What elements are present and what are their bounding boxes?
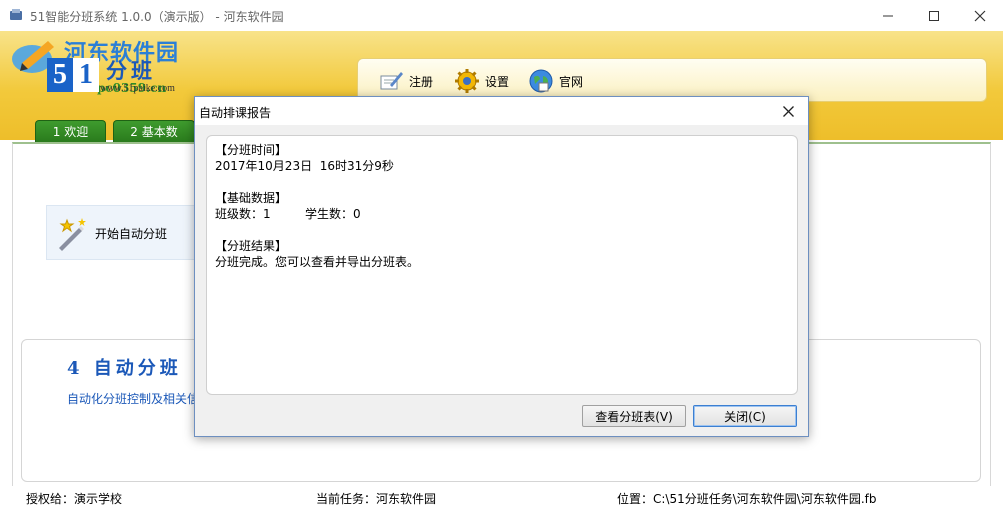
register-icon bbox=[380, 72, 403, 90]
status-location: 位置：C:\51分班任务\河东软件园\河东软件园.fb bbox=[617, 492, 877, 506]
report-result-header: 【分班结果】 bbox=[215, 239, 288, 253]
dialog-titlebar: 自动排课报告 bbox=[195, 97, 808, 125]
logo-digit-5: 5 bbox=[47, 58, 73, 92]
report-time-value: 2017年10月23日 16时31分9秒 bbox=[215, 159, 394, 173]
logo-digit-1: 1 bbox=[73, 58, 99, 92]
dialog-title: 自动排课报告 bbox=[199, 106, 272, 120]
settings-button[interactable]: 设置 bbox=[454, 66, 509, 96]
minimize-icon[interactable] bbox=[865, 0, 911, 31]
gear-icon bbox=[455, 69, 479, 93]
dialog-body: 【分班时间】 2017年10月23日 16时31分9秒 【基础数据】 班级数：1… bbox=[195, 125, 808, 436]
magic-wand-icon bbox=[59, 218, 86, 251]
view-assignment-button[interactable]: 查看分班表(V) bbox=[582, 405, 686, 427]
status-licensee: 授权给：演示学校 bbox=[26, 492, 123, 506]
dialog-close-button[interactable]: 关闭(C) bbox=[693, 405, 797, 427]
report-data-header: 【基础数据】 bbox=[215, 191, 288, 205]
tab-basic-data[interactable]: 2 基本数 bbox=[113, 120, 195, 142]
start-auto-assign-button[interactable]: 开始自动分班 bbox=[46, 205, 196, 260]
website-button[interactable]: 官网 bbox=[528, 66, 583, 96]
logo-text: 分班 bbox=[106, 58, 156, 83]
register-label: 注册 bbox=[409, 74, 434, 89]
report-dialog: 自动排课报告 【分班时间】 2017年10月23日 16时31分9秒 【基础数据… bbox=[194, 96, 809, 437]
settings-label: 设置 bbox=[485, 74, 510, 89]
dialog-close-icon[interactable] bbox=[775, 100, 801, 122]
window-title: 51智能分班系统 1.0.0（演示版） - 河东软件园 bbox=[30, 10, 284, 24]
app-icon bbox=[10, 9, 22, 20]
report-text-area[interactable]: 【分班时间】 2017年10月23日 16时31分9秒 【基础数据】 班级数：1… bbox=[206, 135, 798, 395]
status-current-task: 当前任务：河东软件园 bbox=[316, 492, 437, 506]
window-titlebar: 51智能分班系统 1.0.0（演示版） - 河东软件园 bbox=[0, 0, 1003, 31]
logo-url: www.51paike.com bbox=[100, 83, 175, 94]
website-label: 官网 bbox=[559, 74, 584, 89]
globe-icon bbox=[529, 69, 553, 93]
start-auto-assign-label: 开始自动分班 bbox=[95, 227, 168, 241]
register-button[interactable]: 注册 bbox=[378, 66, 433, 96]
maximize-icon[interactable] bbox=[911, 0, 957, 31]
tab-welcome[interactable]: 1 欢迎 bbox=[35, 120, 106, 142]
step-title: 4 自动分班 bbox=[67, 358, 182, 379]
report-data-value: 班级数：1 学生数：0 bbox=[215, 207, 361, 221]
close-icon[interactable] bbox=[957, 0, 1003, 31]
report-result-value: 分班完成。您可以查看并导出分班表。 bbox=[215, 255, 420, 269]
status-bar: 授权给：演示学校 当前任务：河东软件园 位置：C:\51分班任务\河东软件园\河… bbox=[0, 486, 1003, 510]
report-time-header: 【分班时间】 bbox=[215, 143, 288, 157]
step-description: 自动化分班控制及相关信 bbox=[67, 392, 200, 406]
